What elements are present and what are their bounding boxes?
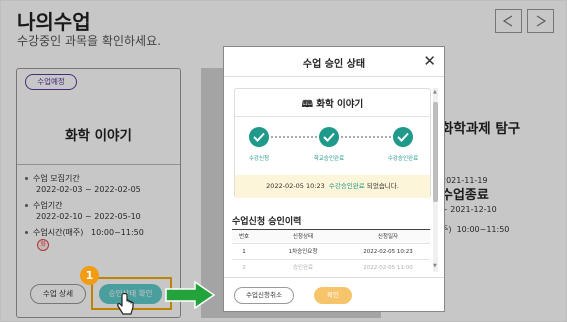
modal-header: 수업 승인 상태 ✕	[224, 47, 444, 77]
hand-cursor-icon	[117, 293, 134, 315]
course-name-text: 화학 이야기	[316, 99, 364, 110]
arrow-right-icon	[165, 281, 216, 309]
divider	[235, 116, 430, 117]
close-icon[interactable]: ✕	[423, 52, 436, 70]
approval-progress-box: 🕮 화학 이야기 수강신청 학교승인완료 수강승인완료 2022-02-05 1…	[234, 88, 431, 198]
check-icon	[397, 132, 409, 142]
table-cell: 2022-02-05 10:23	[363, 249, 413, 255]
notice-date: 2022-02-05 10:23	[266, 182, 325, 190]
divider	[224, 277, 444, 278]
approval-notice: 2022-02-05 10:23 수강승인완료 되었습니다.	[235, 175, 430, 198]
table-cell: 승인완료	[292, 265, 314, 271]
notice-highlight: 수강승인완료	[328, 182, 365, 190]
step-1-check	[249, 127, 269, 147]
header-cell: 신청상태	[292, 234, 314, 240]
modal-scrollbar[interactable]: ▲ ▼	[433, 88, 438, 272]
check-icon	[253, 132, 265, 142]
progress-connector	[271, 136, 317, 138]
scroll-thumb[interactable]	[433, 102, 438, 202]
notice-suffix: 되었습니다.	[366, 182, 399, 190]
book-icon: 🕮	[301, 99, 313, 110]
step-2-check	[319, 127, 339, 147]
step-label: 학교승인완료	[313, 156, 345, 162]
table-header-row: 번호 신청상태 신청일자	[232, 229, 430, 244]
course-name: 🕮 화학 이야기	[235, 96, 430, 113]
step-label: 수강승인완료	[387, 156, 419, 162]
screenshot-frame: 나의수업 수강중인 과목을 확인하세요. 수업예정 화학 이야기 수업 모집기간…	[0, 0, 567, 322]
table-cell: 1차승인요청	[288, 249, 318, 255]
header-cell: 번호	[238, 234, 250, 240]
progress-connector	[341, 136, 391, 138]
table-cell: 1	[242, 249, 246, 255]
table-cell: 2022-02-05 11:00	[363, 265, 413, 271]
cancel-enrollment-button[interactable]: 수업신청취소	[234, 287, 294, 304]
history-title: 수업신청 승인이력	[232, 217, 302, 227]
step-number-badge: 1	[80, 266, 99, 285]
scroll-down-icon[interactable]: ▼	[433, 264, 437, 269]
modal-title: 수업 승인 상태	[302, 59, 366, 70]
approval-status-modal: 수업 승인 상태 ✕ 🕮 화학 이야기 수강신청 학교승인완료 수강승인완료 2…	[223, 46, 445, 312]
scroll-up-icon[interactable]: ▲	[433, 90, 437, 95]
table-cell: 2	[242, 265, 246, 271]
header-cell: 신청일자	[377, 234, 399, 240]
table-row: 2 승인완료 2022-02-05 11:00	[232, 261, 430, 271]
step-3-check	[393, 127, 413, 147]
step-label: 수강신청	[248, 156, 270, 162]
ok-button[interactable]: 확인	[314, 287, 352, 304]
check-icon	[323, 132, 335, 142]
table-row: 1 1차승인요청 2022-02-05 10:23	[232, 245, 430, 260]
